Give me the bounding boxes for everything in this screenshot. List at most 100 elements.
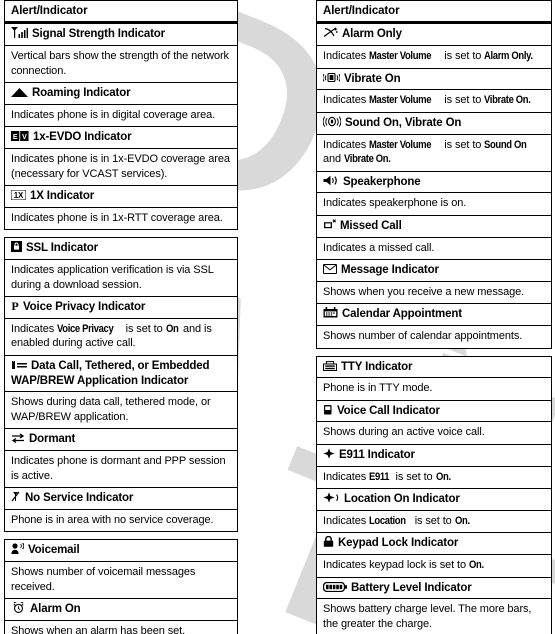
indicator-description: Shows number of voicemail messages recei… (5, 561, 237, 598)
indicator-title-text: Signal Strength Indicator (32, 28, 165, 41)
missed-call-icon (323, 219, 336, 230)
table-row: Location On Indicator Indicates Location … (317, 489, 551, 534)
no-service-icon (11, 491, 21, 502)
emphasis-term: On. (454, 514, 470, 527)
voice-privacy-p-icon: P (11, 300, 19, 311)
indicator-title-text: Message Indicator (341, 264, 439, 277)
indicator-title: Location On Indicator (317, 489, 551, 510)
table-row: Data Call, Tethered, or Embedded WAP/BRE… (5, 356, 237, 430)
indicator-title-text: 1x-EVDO Indicator (33, 131, 132, 144)
table-row: TTY Indicator Phone is in TTY mode. (317, 357, 551, 401)
indicator-table: Voicemail Shows number of voicemail messa… (4, 539, 238, 634)
emphasis-term: Sound On (484, 138, 527, 151)
indicator-title-text: Sound On, Vibrate On (345, 116, 462, 129)
alarm-only-icon (323, 27, 338, 38)
description-text: Indicates (323, 138, 370, 151)
indicator-description: Indicates E911 is set to On. (317, 465, 551, 489)
keypad-lock-icon (323, 536, 334, 548)
indicator-title: Voicemail (5, 540, 237, 561)
voicemail-icon (11, 543, 24, 555)
emphasis-term: Master Volume (369, 50, 432, 63)
indicator-description: Phone is in area with no service coverag… (5, 508, 237, 532)
table-row: Alarm On Shows when an alarm has been set… (5, 599, 237, 634)
indicator-title: Keypad Lock Indicator (317, 533, 551, 554)
indicator-description: Indicates speakerphone is on. (317, 192, 551, 215)
indicator-description: Vertical bars show the strength of the n… (5, 45, 237, 82)
indicator-description: Indicates phone is in 1x-EVDO coverage a… (5, 148, 237, 185)
indicator-description: Shows battery charge level. The more bar… (317, 598, 551, 634)
indicator-title: Voice Call Indicator (317, 401, 551, 422)
indicator-title: E V 1x-EVDO Indicator (5, 127, 237, 148)
indicator-description: Indicates phone is in 1x-RTT coverage ar… (5, 206, 237, 230)
description-text: is set to (441, 50, 485, 63)
indicator-title-text: Alarm On (30, 603, 81, 616)
description-text: is set to (441, 138, 485, 151)
indicator-description: Shows when you receive a new message. (317, 280, 551, 304)
vibrate-on-icon (323, 72, 340, 83)
indicator-title-text: Voice Privacy Indicator (23, 301, 146, 314)
indicator-title: Message Indicator (317, 260, 551, 281)
signal-strength-icon (11, 27, 28, 39)
indicator-title: SSL Indicator (5, 238, 237, 259)
svg-text:1X: 1X (14, 191, 24, 200)
indicator-title-text: Keypad Lock Indicator (338, 537, 459, 550)
description-text: Indicates keypad lock is set to (323, 559, 469, 572)
emphasis-term: On. (469, 559, 484, 572)
indicator-title: Speakerphone (317, 172, 551, 193)
indicator-title-text: Dormant (29, 433, 76, 446)
indicator-title: Dormant (5, 429, 237, 450)
description-text: is set to (441, 94, 485, 107)
table-row: Signal Strength Indicator Vertical bars s… (5, 24, 237, 84)
table-row: No Service Indicator Phone is in area wit… (5, 488, 237, 531)
indicator-title: Calendar Appointment (317, 304, 551, 325)
table-row: Alarm Only Indicates Master Volume is set… (317, 24, 551, 69)
table-row: Voicemail Shows number of voicemail messa… (5, 540, 237, 600)
indicator-table: SSL Indicator Indicates application verif… (4, 237, 238, 533)
indicator-title: Alarm On (5, 599, 237, 620)
indicator-title-text: Data Call, Tethered, or Embedded WAP/BRE… (11, 359, 210, 387)
indicator-description: Indicates Master Volume is set to Alarm … (317, 45, 551, 68)
emphasis-term: Vibrate On. (344, 153, 391, 166)
indicator-title-text: Voice Call Indicator (337, 404, 440, 417)
indicator-title-text: SSL Indicator (26, 242, 98, 255)
table-row: P Voice Privacy Indicator Indicates Voice … (5, 297, 237, 356)
indicator-description: Shows when an alarm has been set. (5, 619, 237, 634)
indicator-title: Data Call, Tethered, or Embedded WAP/BRE… (5, 356, 237, 391)
voice-call-icon (323, 404, 333, 415)
indicator-description: Indicates Master Volume is set to Sound … (317, 133, 551, 171)
calendar-icon (323, 307, 338, 318)
description-text: is set to (122, 322, 166, 335)
indicator-title: E911 Indicator (317, 445, 551, 466)
description-text: and (323, 153, 345, 166)
alarm-clock-icon (11, 602, 26, 613)
indicator-title: P Voice Privacy Indicator (5, 297, 237, 318)
roaming-triangle-icon (11, 88, 28, 98)
table-row: Voice Call Indicator Shows during an acti… (317, 401, 551, 445)
description-text: Indicates (323, 514, 370, 527)
indicator-description: Indicates Master Volume is set to Vibrat… (317, 89, 551, 112)
table-row: Keypad Lock Indicator Indicates keypad lo… (317, 533, 551, 578)
emphasis-term: E911 (369, 470, 390, 483)
indicator-description: Shows during data call, tethered mode, o… (5, 391, 237, 428)
tty-icon (323, 360, 337, 371)
emphasis-term: Voice Privacy (57, 322, 114, 335)
table-row: Roaming Indicator Indicates phone is in d… (5, 83, 237, 128)
right-column: Alert/Indicator Alarm Only Indicates Maste… (316, 0, 552, 634)
indicator-title: TTY Indicator (317, 357, 551, 378)
svg-text:P: P (11, 300, 18, 311)
indicator-title: Battery Level Indicator (317, 578, 551, 599)
table-row: E V 1x-EVDO Indicator Indicates phone is in… (5, 127, 237, 187)
table-row: Vibrate On Indicates Master Volume is set… (317, 69, 551, 113)
indicator-description: Indicates Voice Privacy is set to On and… (5, 317, 237, 355)
description-text: Indicates (323, 94, 370, 107)
indicator-description: Phone is in TTY mode. (317, 377, 551, 400)
evdo-icon: EV (11, 131, 29, 142)
left-column: Alert/Indicator Signal Strength Indicator… (4, 0, 238, 634)
indicator-title-text: Calendar Appointment (342, 308, 462, 321)
1x-icon: 1X (11, 190, 26, 201)
indicator-title-text: TTY Indicator (341, 360, 413, 373)
description-text: Indicates (323, 470, 370, 483)
message-envelope-icon (323, 264, 337, 275)
indicator-title: Missed Call (317, 216, 551, 237)
indicator-title: Sound On, Vibrate On (317, 113, 551, 134)
